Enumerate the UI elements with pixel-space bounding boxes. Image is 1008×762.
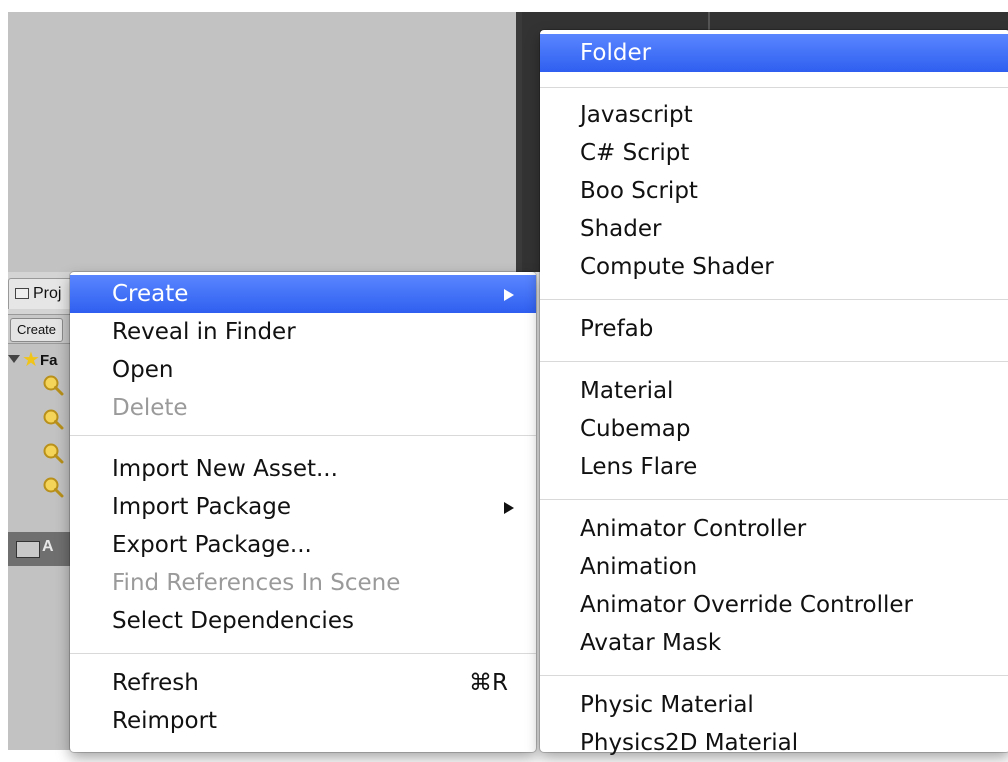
menu-item-label: Export Package... [112,532,312,558]
menu-separator [540,675,1008,676]
menu-item-label: Material [580,378,674,404]
menu-item-label: C# Script [580,140,690,166]
menu-item-label: Refresh [112,670,199,696]
menu-item-label: Find References In Scene [112,570,401,596]
menu-item-label: Select Dependencies [112,608,354,634]
submenu-item-javascript[interactable]: Javascript [540,96,1008,134]
menu-item-create[interactable]: Create [70,275,536,313]
submenu-item-folder[interactable]: Folder [540,34,1008,72]
menu-separator [540,87,1008,88]
shortcut-label: ⌘R [469,670,508,696]
menu-item-delete[interactable]: Delete [70,389,536,427]
menu-separator [540,299,1008,300]
submenu-item-physics2d-material[interactable]: Physics2D Material [540,724,1008,762]
menu-item-label: Reveal in Finder [112,319,296,345]
menu-item-label: Physic Material [580,692,754,718]
create-dropdown-button[interactable]: Create [10,318,64,342]
submenu-item-csharp-script[interactable]: C# Script [540,134,1008,172]
menu-item-label: Compute Shader [580,254,774,280]
menu-item-label: Import Package [112,494,291,520]
menu-item-label: Animation [580,554,698,580]
submenu-arrow-icon [504,502,514,514]
star-icon: ★ [22,349,40,371]
menu-item-label: Physics2D Material [580,730,799,756]
menu-item-import-package[interactable]: Import Package [70,488,536,526]
create-submenu: Folder Javascript C# Script Boo Script S… [540,30,1008,756]
menu-item-label: Javascript [580,102,693,128]
submenu-item-animator-controller[interactable]: Animator Controller [540,510,1008,548]
menu-item-label: Create [112,281,189,307]
menu-item-import-new-asset[interactable]: Import New Asset... [70,450,536,488]
submenu-item-material[interactable]: Material [540,372,1008,410]
menu-item-select-dependencies[interactable]: Select Dependencies [70,602,536,640]
folder-icon [15,288,29,299]
submenu-item-shader[interactable]: Shader [540,210,1008,248]
submenu-item-animator-override-controller[interactable]: Animator Override Controller [540,586,1008,624]
project-tab[interactable]: Proj [8,278,72,309]
menu-separator [540,361,1008,362]
search-icon[interactable] [42,374,64,396]
submenu-item-avatar-mask[interactable]: Avatar Mask [540,624,1008,662]
menu-item-label: Shader [580,216,662,242]
submenu-arrow-icon [504,289,514,301]
menu-item-label: Animator Override Controller [580,592,914,618]
menu-item-label: Import New Asset... [112,456,338,482]
submenu-item-lens-flare[interactable]: Lens Flare [540,448,1008,486]
menu-item-label: Boo Script [580,178,698,204]
submenu-item-compute-shader[interactable]: Compute Shader [540,248,1008,286]
menu-separator [540,499,1008,500]
menu-item-reveal-in-finder[interactable]: Reveal in Finder [70,313,536,351]
menu-item-reimport[interactable]: Reimport [70,702,536,740]
assets-label: A [42,538,54,555]
folder-icon [16,541,40,558]
menu-item-label: Prefab [580,316,654,342]
menu-item-label: Cubemap [580,416,691,442]
favorites-row[interactable]: ★Fa [8,348,57,372]
submenu-item-boo-script[interactable]: Boo Script [540,172,1008,210]
menu-item-refresh[interactable]: Refresh ⌘R [70,664,536,702]
disclosure-triangle-icon[interactable] [8,355,20,363]
menu-separator [70,435,536,436]
menu-item-label: Avatar Mask [580,630,722,656]
submenu-item-cubemap[interactable]: Cubemap [540,410,1008,448]
menu-item-export-package[interactable]: Export Package... [70,526,536,564]
menu-item-label: Folder [580,40,652,66]
context-menu: Create Reveal in Finder Open Delete Impo… [70,272,536,752]
menu-item-label: Animator Controller [580,516,807,542]
menu-item-label: Delete [112,395,188,421]
search-icon[interactable] [42,442,64,464]
project-tab-label: Proj [33,285,62,302]
menu-item-open[interactable]: Open [70,351,536,389]
menu-item-find-references[interactable]: Find References In Scene [70,564,536,602]
menu-item-label: Open [112,357,174,383]
inspector-tab-edge [708,12,710,32]
menu-item-label: Lens Flare [580,454,698,480]
search-icon[interactable] [42,476,64,498]
submenu-item-prefab[interactable]: Prefab [540,310,1008,348]
submenu-item-physic-material[interactable]: Physic Material [540,686,1008,724]
top-strip [0,0,1008,12]
menu-item-label: Reimport [112,708,218,734]
menu-separator [70,653,536,654]
submenu-item-animation[interactable]: Animation [540,548,1008,586]
scene-view-panel[interactable] [8,12,516,272]
search-icon[interactable] [42,408,64,430]
favorites-label: Fa [39,352,58,369]
